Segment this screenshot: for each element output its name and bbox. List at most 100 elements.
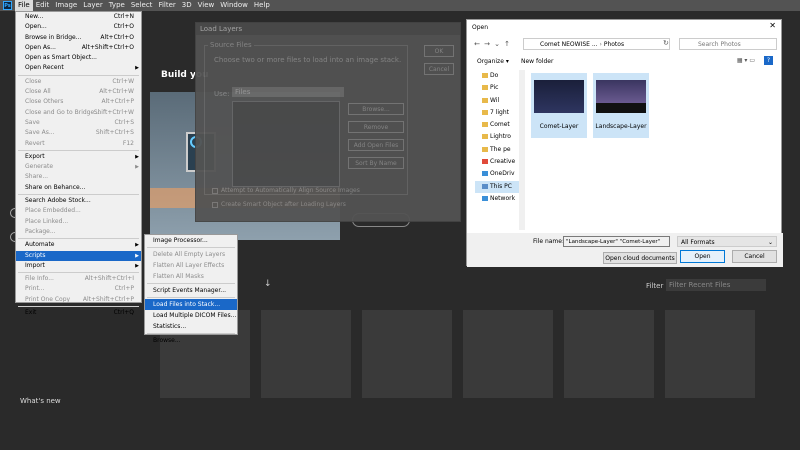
scripts-menu-item[interactable]: Flatten All Layer Effects [145,260,237,271]
breadcrumb-comet[interactable]: Comet NEOWISE ... [540,41,598,48]
file-menu-item[interactable]: Scripts ▶ [16,250,141,261]
scripts-menu-item[interactable]: Image Processor... [145,235,237,246]
forward-arrow-icon[interactable]: → [482,40,492,48]
use-select[interactable]: Files [232,87,344,97]
scripts-menu-item[interactable]: Flatten All Masks [145,271,237,282]
breadcrumb-photos[interactable]: Photos [604,41,624,48]
file-menu-item[interactable]: Print... Ctrl+P [16,284,141,294]
up-arrow-icon[interactable]: ↑ [502,40,512,48]
scripts-menu-item[interactable]: Statistics... [145,321,237,332]
menu-3d[interactable]: 3D [179,0,195,11]
add-open-files-button[interactable]: Add Open Files [348,139,404,151]
align-checkbox[interactable]: Attempt to Automatically Align Source Im… [212,187,360,194]
file-menu-item[interactable]: Revert F12 [16,139,141,149]
nav-item[interactable]: Comet [475,119,519,131]
file-menu-item[interactable]: Open... Ctrl+O [16,22,141,32]
whats-new-link[interactable]: What's new [20,397,61,405]
nav-item[interactable]: Wil [475,95,519,107]
filter-recent-files-input[interactable]: Filter Recent Files [666,279,766,291]
file-menu-item[interactable]: File Info... Alt+Shift+Ctrl+I [16,274,141,284]
file-menu-item[interactable]: Close Ctrl+W [16,77,141,87]
address-bar[interactable]: Comet NEOWISE ... › Photos [523,38,670,50]
file-menu-item[interactable]: Browse in Bridge... Alt+Ctrl+O [16,33,141,43]
nav-item[interactable]: Do [475,70,519,82]
file-item-comet-layer[interactable]: Comet-Layer [531,73,587,138]
organize-button[interactable]: Organize ▾ [477,58,509,65]
menu-filter[interactable]: Filter [155,0,178,11]
recent-file-tile[interactable] [463,310,553,398]
menu-image[interactable]: Image [52,0,80,11]
recent-file-tile[interactable] [665,310,755,398]
file-name-input[interactable]: "Landscape-Layer" "Comet-Layer" [563,236,670,247]
view-options-icon[interactable]: ▦ ▾ ▭ [737,57,755,64]
file-item-landscape-layer[interactable]: Landscape-Layer [593,73,649,138]
file-menu-item[interactable]: Close Others Alt+Ctrl+P [16,97,141,107]
smart-object-checkbox[interactable]: Create Smart Object after Loading Layers [212,201,346,208]
menu-view[interactable]: View [195,0,218,11]
nav-item[interactable]: Creative [475,156,519,168]
folder-icon [482,122,488,128]
file-menu-item[interactable]: Print One Copy Alt+Shift+Ctrl+P [16,295,141,305]
file-menu-item[interactable]: Open As... Alt+Shift+Ctrl+O [16,43,141,53]
file-menu-item[interactable]: Save Ctrl+S [16,118,141,128]
nav-item[interactable]: Network [475,193,519,205]
nav-item[interactable]: This PC [475,180,519,193]
nav-item[interactable]: The pe [475,144,519,156]
menu-edit[interactable]: Edit [33,0,53,11]
scripts-menu-item[interactable]: Delete All Empty Layers [145,249,237,260]
back-arrow-icon[interactable]: ← [472,40,482,48]
menu-file[interactable]: File [15,0,33,11]
source-files-list[interactable] [232,101,340,187]
cancel-button[interactable]: Cancel [732,250,777,263]
open-cloud-documents-button[interactable]: Open cloud documents [603,252,677,264]
file-menu-item[interactable]: Generate ▶ [16,162,141,172]
help-icon[interactable]: ? [764,56,773,65]
scripts-menu-item[interactable]: Browse... [145,335,237,346]
scripts-menu-item[interactable]: Load Multiple DICOM Files... [145,310,237,321]
open-button[interactable]: Open [680,250,725,263]
file-menu-item[interactable]: Share on Behance... [16,183,141,193]
ok-button[interactable]: OK [424,45,454,57]
file-menu-item[interactable]: Package... [16,227,141,237]
menu-type[interactable]: Type [106,0,128,11]
nav-item[interactable]: Pic [475,82,519,94]
remove-button[interactable]: Remove [348,121,404,133]
navigation-scrollbar[interactable] [519,70,525,230]
scripts-menu-item[interactable]: Load Files into Stack... [145,299,237,310]
recent-locations-icon[interactable]: ⌄ [492,40,502,48]
search-input[interactable]: Search Photos [679,38,777,50]
file-menu-item[interactable]: Close and Go to Bridge... Shift+Ctrl+W [16,108,141,118]
file-menu-item[interactable]: Share... [16,172,141,182]
file-type-select[interactable]: All Formats ⌄ [677,236,777,247]
file-menu-item[interactable]: Search Adobe Stock... [16,196,141,206]
new-folder-button[interactable]: New folder [521,58,553,65]
cancel-button[interactable]: Cancel [424,63,454,75]
file-menu-item[interactable]: Automate ▶ [16,240,141,250]
file-menu-item[interactable]: Export ▶ [16,152,141,162]
recent-file-tile[interactable] [362,310,452,398]
file-menu-item[interactable]: Open Recent ▶ [16,63,141,73]
file-menu-item[interactable]: Import ▶ [16,261,141,271]
scripts-menu-item[interactable]: Script Events Manager... [145,285,237,296]
file-menu-item[interactable]: New... Ctrl+N [16,12,141,22]
menu-help[interactable]: Help [251,0,273,11]
close-icon[interactable]: ✕ [769,21,776,30]
file-menu-item[interactable]: Place Linked... [16,217,141,227]
menu-window[interactable]: Window [217,0,251,11]
menu-select[interactable]: Select [128,0,156,11]
nav-item[interactable]: OneDriv [475,168,519,180]
sort-by-name-button[interactable]: Sort By Name [348,157,404,169]
refresh-icon[interactable]: ↻ [663,39,669,47]
nav-item[interactable]: Lightro [475,131,519,143]
file-menu-item[interactable]: Open as Smart Object... [16,53,141,63]
file-menu-item[interactable]: Place Embedded... [16,206,141,216]
file-menu-item[interactable]: Exit Ctrl+Q [16,308,141,318]
recent-file-tile[interactable] [261,310,351,398]
recent-file-tile[interactable] [564,310,654,398]
nav-item[interactable]: 7 light [475,107,519,119]
file-menu-item[interactable]: Save As... Shift+Ctrl+S [16,128,141,138]
sort-down-icon[interactable]: ↓ [264,279,272,289]
file-menu-item[interactable]: Close All Alt+Ctrl+W [16,87,141,97]
menu-layer[interactable]: Layer [80,0,106,11]
browse-button[interactable]: Browse... [348,103,404,115]
